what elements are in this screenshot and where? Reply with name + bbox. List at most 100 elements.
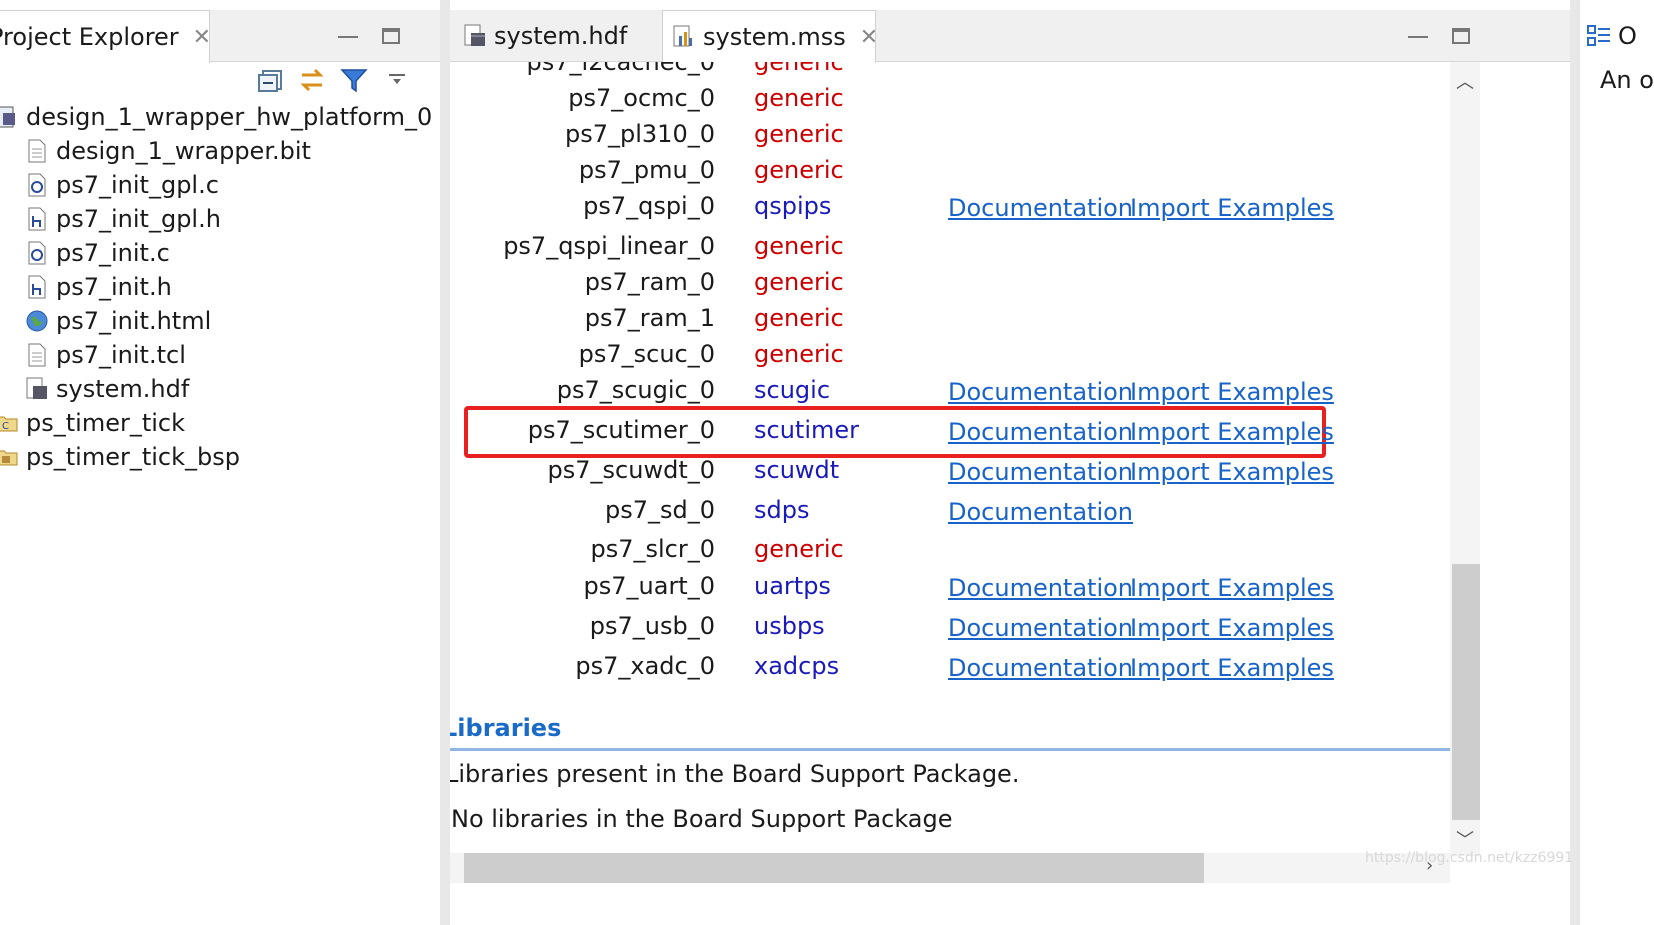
documentation-link[interactable]: Documentation xyxy=(948,194,1133,222)
minimize-icon[interactable] xyxy=(338,36,358,38)
hw-platform-icon xyxy=(0,104,20,130)
libraries-heading: Libraries xyxy=(450,714,562,742)
collapse-all-icon[interactable] xyxy=(256,66,284,94)
driver-name[interactable]: scuwdt xyxy=(754,456,839,484)
tree-item-label: ps7_init.h xyxy=(56,273,172,301)
tab-project-explorer-label: Project Explorer xyxy=(0,23,179,51)
peripheral-name: ps7_qspi_linear_0 xyxy=(503,232,715,260)
driver-name[interactable]: scugic xyxy=(754,376,830,404)
driver-name[interactable]: uartps xyxy=(754,572,831,600)
h-file-icon xyxy=(24,274,50,300)
peripheral-name: ps7_usb_0 xyxy=(589,612,715,640)
tab-outline[interactable]: O xyxy=(1580,10,1654,62)
driver-name[interactable]: scutimer xyxy=(754,416,859,444)
tab-system-mss-label: system.mss xyxy=(703,23,846,51)
import-examples-link[interactable]: Import Examples xyxy=(1130,418,1334,446)
tab-system-mss[interactable]: system.mss ✕ xyxy=(662,10,878,63)
peripheral-name: ps7_uart_0 xyxy=(583,572,715,600)
driver-row: ps7_xadc_0 xadcps Documentation Import Exam… xyxy=(450,652,1520,688)
tree-item[interactable]: ps7_init_gpl.h xyxy=(0,202,440,236)
tree-item[interactable]: ps_timer_tick_bsp xyxy=(0,440,440,474)
outline-panel: O An out xyxy=(1580,0,1654,925)
import-examples-link[interactable]: Import Examples xyxy=(1130,194,1334,222)
tab-project-explorer[interactable]: Project Explorer ✕ xyxy=(0,10,211,63)
import-examples-link[interactable]: Import Examples xyxy=(1130,614,1334,642)
import-examples-link[interactable]: Import Examples xyxy=(1130,458,1334,486)
driver-row: ps7_scugic_0 scugic Documentation Import Ex… xyxy=(450,376,1520,412)
peripheral-name: ps7_scuc_0 xyxy=(578,340,715,368)
tree-item[interactable]: ps7_init.tcl xyxy=(0,338,440,372)
pane-divider[interactable] xyxy=(440,0,450,925)
tree-item[interactable]: ps7_init_gpl.c xyxy=(0,168,440,202)
scroll-up-icon[interactable]: ︿ xyxy=(1456,68,1474,94)
minimize-icon[interactable] xyxy=(1408,36,1428,38)
documentation-link[interactable]: Documentation xyxy=(948,378,1133,406)
tree-item[interactable]: ps7_init.html xyxy=(0,304,440,338)
tree-item[interactable]: design_1_wrapper_hw_platform_0 xyxy=(0,100,440,134)
vertical-scrollbar[interactable]: ︿ ﹀ xyxy=(1450,62,1480,856)
documentation-link[interactable]: Documentation xyxy=(948,458,1133,486)
link-with-editor-icon[interactable] xyxy=(298,66,326,94)
maximize-icon[interactable] xyxy=(382,28,400,44)
driver-name[interactable]: sdps xyxy=(754,496,809,524)
driver-row: ps7_l2cachec_0 generic xyxy=(450,62,1520,84)
editor-tabstrip: system.hdf system.mss ✕ xyxy=(450,10,1570,63)
driver-name[interactable]: usbps xyxy=(754,612,825,640)
tree-item[interactable]: system.hdf xyxy=(0,372,440,406)
peripheral-name: ps7_l2cachec_0 xyxy=(526,62,715,76)
peripheral-name: ps7_scutimer_0 xyxy=(527,416,715,444)
peripheral-name: ps7_ocmc_0 xyxy=(568,84,715,112)
tree-item[interactable]: ps7_init.h xyxy=(0,270,440,304)
driver-row: ps7_qspi_0 qspips Documentation Import Exam… xyxy=(450,192,1520,228)
file-icon xyxy=(24,138,50,164)
tree-item[interactable]: Cps_timer_tick xyxy=(0,406,440,440)
close-icon[interactable]: ✕ xyxy=(860,25,878,50)
driver-row: ps7_ocmc_0 generic xyxy=(450,84,1520,120)
peripheral-name: ps7_ram_0 xyxy=(584,268,715,296)
tree-item[interactable]: ps7_init.c xyxy=(0,236,440,270)
horizontal-scrollbar[interactable]: ‹ › xyxy=(450,853,1450,883)
documentation-link[interactable]: Documentation xyxy=(948,418,1133,446)
driver-name[interactable]: xadcps xyxy=(754,652,839,680)
driver-row: ps7_pmu_0 generic xyxy=(450,156,1520,192)
tree-item-label: ps7_init_gpl.c xyxy=(56,171,219,199)
documentation-link[interactable]: Documentation xyxy=(948,498,1133,526)
horizontal-scroll-thumb[interactable] xyxy=(464,853,1204,883)
scroll-left-icon[interactable]: ‹ xyxy=(450,855,451,876)
hdf-icon xyxy=(462,23,488,49)
tree-item-label: ps7_init_gpl.h xyxy=(56,205,221,233)
tree-item-label: design_1_wrapper.bit xyxy=(56,137,311,165)
view-menu-icon[interactable] xyxy=(382,66,410,94)
tab-system-hdf[interactable]: system.hdf xyxy=(450,10,666,62)
maximize-icon[interactable] xyxy=(1452,28,1470,44)
peripheral-name: ps7_pmu_0 xyxy=(578,156,715,184)
driver-row: ps7_ram_1 generic xyxy=(450,304,1520,340)
scroll-down-icon[interactable]: ﹀ xyxy=(1456,826,1474,852)
outline-tabstrip: O xyxy=(1580,10,1654,62)
pane-divider[interactable] xyxy=(1570,0,1580,925)
filter-icon[interactable] xyxy=(340,66,368,94)
tree-item-label: design_1_wrapper_hw_platform_0 xyxy=(26,103,433,131)
project-explorer-panel: Project Explorer ✕ design_1_wrapper_hw_p… xyxy=(0,0,440,925)
editor-view-controls xyxy=(1408,28,1470,44)
mss-editor-panel: system.hdf system.mss ✕ ps7_l2cachec_0 ge… xyxy=(450,0,1570,925)
import-examples-link[interactable]: Import Examples xyxy=(1130,574,1334,602)
c-file-icon xyxy=(24,172,50,198)
import-examples-link[interactable]: Import Examples xyxy=(1130,378,1334,406)
tree-item-label: system.hdf xyxy=(56,375,190,403)
documentation-link[interactable]: Documentation xyxy=(948,614,1133,642)
tree-item-label: ps_timer_tick_bsp xyxy=(26,443,240,471)
documentation-link[interactable]: Documentation xyxy=(948,654,1133,682)
driver-row: ps7_uart_0 uartps Documentation Import Exam… xyxy=(450,572,1520,608)
outline-message: An out xyxy=(1600,66,1654,94)
vertical-scroll-thumb[interactable] xyxy=(1452,564,1480,820)
import-examples-link[interactable]: Import Examples xyxy=(1130,654,1334,682)
c-file-icon xyxy=(24,240,50,266)
c-project-icon: C xyxy=(0,410,20,436)
peripheral-name: ps7_pl310_0 xyxy=(565,120,715,148)
tree-item[interactable]: design_1_wrapper.bit xyxy=(0,134,440,168)
documentation-link[interactable]: Documentation xyxy=(948,574,1133,602)
driver-name[interactable]: qspips xyxy=(754,192,831,220)
close-icon[interactable]: ✕ xyxy=(193,25,211,50)
tree-item-label: ps7_init.c xyxy=(56,239,170,267)
